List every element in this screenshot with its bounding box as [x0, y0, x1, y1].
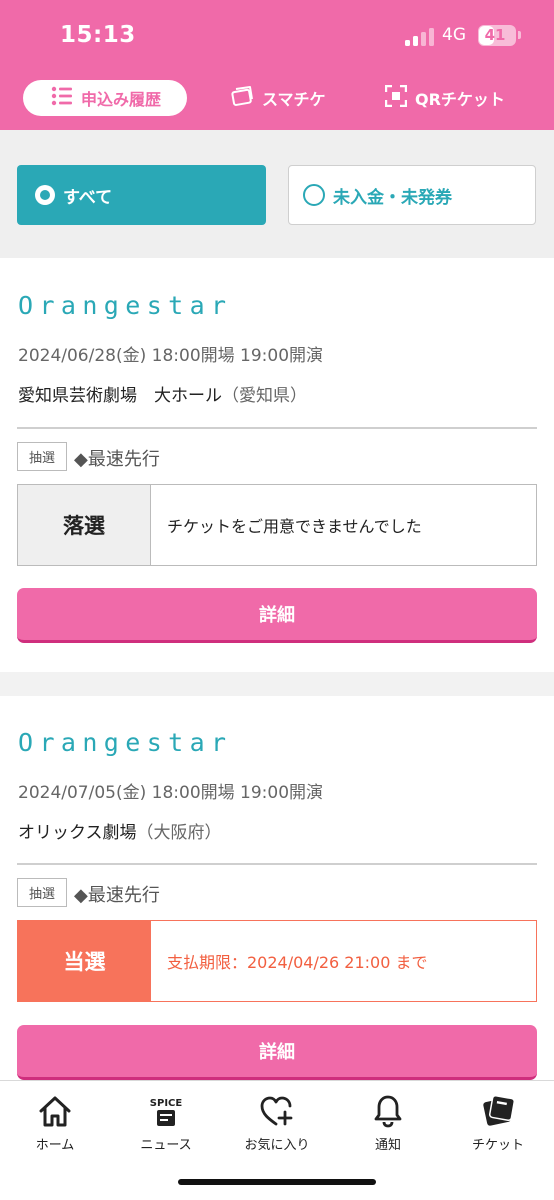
- nav-label: お気に入り: [244, 1138, 310, 1153]
- status-time: 15:13: [60, 22, 136, 48]
- nav-label: 通知: [374, 1138, 401, 1153]
- lottery-name: ◆最速先行: [74, 885, 160, 906]
- heart-plus-icon: [259, 1093, 295, 1129]
- nav-ticket[interactable]: チケット: [443, 1093, 553, 1153]
- radio-unselected-icon: [303, 184, 325, 206]
- event-venue: オリックス劇場（大阪府）: [18, 818, 222, 843]
- home-icon: [37, 1093, 73, 1129]
- result-status: 落選: [18, 485, 151, 565]
- filter-label: 未入金・未発券: [333, 187, 452, 208]
- result-box: 落選 チケットをご用意できませんでした: [17, 484, 537, 566]
- spice-logo-text: SPICE: [150, 1098, 183, 1109]
- result-status: 当選: [18, 921, 151, 1001]
- application-card: Orangestar 2024/07/05(金) 18:00開場 19:00開演…: [0, 696, 554, 1080]
- filter-label: すべて: [63, 187, 113, 208]
- event-title: Orangestar: [18, 291, 233, 320]
- lottery-name: ◆最速先行: [74, 449, 160, 470]
- lottery-badge: 抽選: [17, 442, 67, 471]
- venue-prefecture: （愛知県）: [222, 386, 307, 406]
- nav-label: チケット: [471, 1138, 524, 1153]
- filter-area: すべて 未入金・未発券: [0, 130, 554, 258]
- divider: [17, 863, 537, 865]
- nav-news[interactable]: SPICE ニュース: [111, 1093, 221, 1153]
- nav-notifications[interactable]: 通知: [333, 1093, 443, 1153]
- tab-label: QRチケット: [415, 90, 505, 109]
- filter-all-button[interactable]: すべて: [17, 165, 266, 225]
- spice-news-icon: SPICE: [146, 1093, 186, 1129]
- list-icon: [51, 85, 73, 111]
- event-title: Orangestar: [18, 728, 233, 757]
- app-header: 15:13 4G 41 申込み履歴 スマチケ QRチケット: [0, 0, 554, 130]
- battery-tip: [518, 31, 521, 39]
- battery-icon: 41: [478, 25, 516, 46]
- status-bar: 15:13 4G 41: [0, 0, 554, 72]
- result-message: 支払期限：2024/04/26 21:00 まで: [167, 953, 428, 972]
- divider: [17, 427, 537, 429]
- tab-label: 申込み履歴: [81, 90, 162, 109]
- event-date: 2024/06/28(金) 18:00開場 19:00開演: [18, 346, 324, 366]
- nav-label: ニュース: [140, 1138, 192, 1153]
- result-message: チケットをご用意できませんでした: [167, 517, 422, 536]
- result-box: 当選 支払期限：2024/04/26 21:00 まで: [17, 920, 537, 1002]
- venue-prefecture: （大阪府）: [136, 823, 222, 843]
- application-card: Orangestar 2024/06/28(金) 18:00開場 19:00開演…: [0, 258, 554, 672]
- detail-button[interactable]: 詳細: [17, 1025, 537, 1080]
- nav-home[interactable]: ホーム: [0, 1093, 110, 1153]
- tab-qr-ticket[interactable]: QRチケット: [384, 80, 505, 116]
- battery-level: 41: [484, 26, 506, 44]
- nav-label: ホーム: [35, 1138, 75, 1153]
- top-tab-bar: 申込み履歴 スマチケ QRチケット: [0, 80, 554, 116]
- event-date: 2024/07/05(金) 18:00開場 19:00開演: [18, 783, 324, 803]
- detail-button[interactable]: 詳細: [17, 588, 537, 643]
- ticket-icon: [480, 1093, 516, 1129]
- smart-ticket-icon: [230, 85, 254, 111]
- nav-favorites[interactable]: お気に入り: [222, 1093, 332, 1153]
- network-type: 4G: [442, 25, 466, 45]
- cellular-signal-icon: [405, 28, 435, 46]
- venue-name: オリックス劇場: [18, 823, 137, 843]
- qr-scan-icon: [384, 84, 408, 111]
- radio-selected-icon: [35, 185, 55, 205]
- tab-smart-ticket[interactable]: スマチケ: [230, 80, 326, 116]
- home-indicator: [178, 1179, 376, 1185]
- tab-label: スマチケ: [262, 90, 326, 109]
- bell-icon: [372, 1093, 404, 1129]
- venue-name: 愛知県芸術劇場 大ホール: [18, 386, 222, 406]
- tab-application-history[interactable]: 申込み履歴: [23, 80, 188, 116]
- lottery-badge: 抽選: [17, 878, 67, 907]
- filter-unpaid-button[interactable]: 未入金・未発券: [288, 165, 536, 225]
- event-venue: 愛知県芸術劇場 大ホール（愛知県）: [18, 381, 307, 406]
